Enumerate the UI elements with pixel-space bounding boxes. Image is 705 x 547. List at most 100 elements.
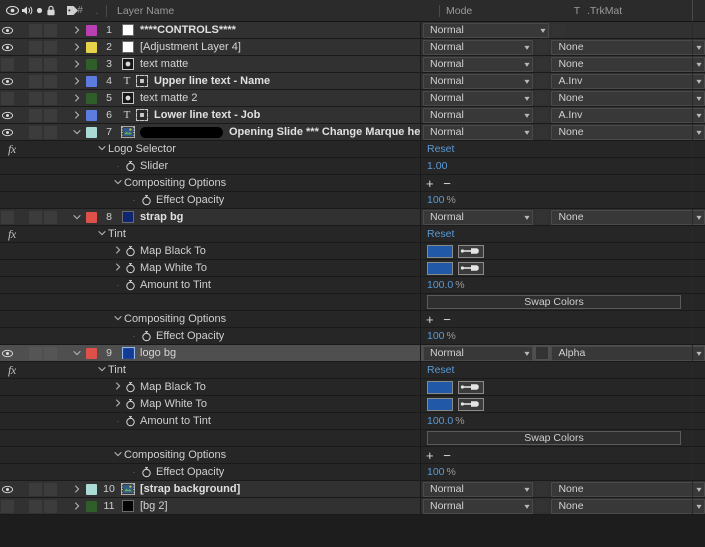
property-name-cell[interactable]: Map White To bbox=[112, 262, 420, 274]
property-row[interactable]: Compositing Options + − bbox=[0, 311, 705, 328]
layer-label-color[interactable] bbox=[84, 41, 99, 53]
solo-toggle[interactable] bbox=[28, 107, 43, 124]
layer-name-cell[interactable]: text matte 2 bbox=[119, 92, 420, 104]
color-swatch[interactable] bbox=[427, 380, 453, 394]
video-visibility-toggle[interactable] bbox=[0, 107, 15, 124]
preserve-transparency-toggle[interactable] bbox=[536, 126, 549, 138]
reset-link[interactable]: Reset bbox=[421, 228, 454, 240]
property-row[interactable]: Map Black To bbox=[0, 379, 705, 396]
stopwatch-icon[interactable] bbox=[140, 466, 152, 478]
layer-row[interactable]: 9 logo bg Normal ▾ Alpha ▾ bbox=[0, 345, 705, 362]
layer-row[interactable]: 11 [bg 2] Normal ▾ None ▾ bbox=[0, 498, 705, 515]
preserve-transparency-toggle[interactable] bbox=[552, 24, 566, 36]
chevron-down-icon[interactable] bbox=[96, 365, 108, 375]
preserve-transparency-toggle[interactable] bbox=[536, 41, 549, 53]
property-name-cell[interactable]: · Effect Opacity bbox=[128, 466, 420, 478]
add-remove-mask-buttons[interactable]: + − bbox=[421, 313, 454, 326]
video-visibility-toggle[interactable] bbox=[0, 39, 15, 56]
track-matte-dropdown[interactable]: None ▾ bbox=[551, 90, 705, 106]
solo-toggle-box[interactable] bbox=[29, 40, 42, 54]
fx-icon[interactable]: fx bbox=[0, 363, 16, 378]
solo-toggle-box[interactable] bbox=[29, 210, 42, 224]
video-toggle-off[interactable] bbox=[1, 57, 14, 71]
layer-row[interactable]: 2 [Adjustment Layer 4] Normal ▾ None ▾ bbox=[0, 39, 705, 56]
layer-twirl-chevron-right-icon[interactable] bbox=[70, 485, 84, 493]
chevron-right-icon[interactable] bbox=[112, 382, 124, 392]
track-matte-dropdown[interactable]: None ▾ bbox=[551, 209, 705, 225]
lock-toggle-box[interactable] bbox=[44, 125, 57, 139]
blend-mode-dropdown[interactable]: Normal ▾ bbox=[423, 481, 534, 497]
layer-twirl-chevron-down-icon[interactable] bbox=[70, 128, 84, 136]
property-row[interactable]: fx Tint Reset bbox=[0, 362, 705, 379]
lock-toggle-box[interactable] bbox=[44, 482, 57, 496]
layer-twirl-chevron-down-icon[interactable] bbox=[70, 349, 84, 357]
video-toggle-off[interactable] bbox=[1, 499, 14, 513]
preserve-transparency-toggle[interactable] bbox=[536, 483, 549, 495]
eye-icon[interactable] bbox=[6, 4, 19, 17]
layer-label-color[interactable] bbox=[84, 75, 99, 87]
property-row[interactable]: Compositing Options + − bbox=[0, 175, 705, 192]
lock-toggle-box[interactable] bbox=[44, 108, 57, 122]
reset-link[interactable]: Reset bbox=[421, 364, 454, 376]
chevron-down-icon[interactable] bbox=[112, 178, 124, 188]
property-name-cell[interactable]: · Effect Opacity bbox=[128, 330, 420, 342]
lock-toggle[interactable] bbox=[43, 209, 58, 226]
lock-toggle[interactable] bbox=[43, 39, 58, 56]
track-matte-dropdown[interactable]: None ▾ bbox=[551, 39, 705, 55]
layer-row[interactable]: 10 [strap background] Normal ▾ None ▾ bbox=[0, 481, 705, 498]
solo-toggle[interactable] bbox=[28, 90, 43, 107]
property-value[interactable]: 100 bbox=[421, 194, 445, 206]
layer-row[interactable]: 8 strap bg Normal ▾ None ▾ bbox=[0, 209, 705, 226]
blend-mode-dropdown[interactable]: Normal ▾ bbox=[423, 498, 534, 514]
solo-toggle-box[interactable] bbox=[29, 482, 42, 496]
property-name-cell[interactable]: Map Black To bbox=[112, 245, 420, 257]
property-row[interactable]: Swap Colors bbox=[0, 430, 705, 447]
stopwatch-icon[interactable] bbox=[124, 279, 136, 291]
blend-mode-dropdown[interactable]: Normal ▾ bbox=[423, 73, 534, 89]
layer-twirl-chevron-right-icon[interactable] bbox=[70, 26, 84, 34]
stopwatch-icon[interactable] bbox=[124, 381, 136, 393]
layer-row[interactable]: 5 text matte 2 Normal ▾ None ▾ bbox=[0, 90, 705, 107]
solo-toggle[interactable] bbox=[28, 73, 43, 90]
eyedropper-icon[interactable] bbox=[458, 380, 484, 394]
property-value[interactable]: 100.0 bbox=[421, 415, 453, 427]
property-name-cell[interactable]: Map Black To bbox=[112, 381, 420, 393]
stopwatch-icon[interactable] bbox=[140, 194, 152, 206]
layer-label-color[interactable] bbox=[84, 58, 99, 70]
solo-toggle[interactable] bbox=[28, 56, 43, 73]
layer-label-color[interactable] bbox=[84, 347, 99, 359]
lock-toggle[interactable] bbox=[43, 107, 58, 124]
lock-toggle-box[interactable] bbox=[44, 40, 57, 54]
lock-toggle-box[interactable] bbox=[44, 346, 57, 360]
stopwatch-icon[interactable] bbox=[124, 262, 136, 274]
color-swatch[interactable] bbox=[427, 261, 453, 275]
chevron-down-icon[interactable] bbox=[112, 450, 124, 460]
layer-twirl-chevron-down-icon[interactable] bbox=[70, 213, 84, 221]
property-row[interactable]: Map White To bbox=[0, 260, 705, 277]
solo-toggle-box[interactable] bbox=[29, 91, 42, 105]
property-name-cell[interactable]: · Amount to Tint bbox=[112, 279, 420, 291]
layer-row[interactable]: 4 T Upper line text - Name Normal ▾ A.Inv ▾ bbox=[0, 73, 705, 90]
video-toggle-off[interactable] bbox=[1, 210, 14, 224]
chevron-right-icon[interactable] bbox=[112, 263, 124, 273]
blend-mode-dropdown[interactable]: Normal ▾ bbox=[423, 22, 549, 38]
property-value[interactable]: 1.00 bbox=[421, 160, 447, 172]
lock-icon[interactable] bbox=[46, 4, 56, 17]
fx-icon[interactable]: fx bbox=[0, 227, 16, 242]
chevron-down-icon[interactable] bbox=[112, 314, 124, 324]
property-name-cell[interactable]: Tint bbox=[96, 364, 420, 376]
color-swatch[interactable] bbox=[427, 397, 453, 411]
solo-toggle-box[interactable] bbox=[29, 74, 42, 88]
layer-label-color[interactable] bbox=[84, 24, 99, 36]
track-matte-dropdown[interactable]: A.Inv ▾ bbox=[551, 107, 705, 123]
solo-toggle[interactable] bbox=[28, 498, 43, 515]
solo-icon[interactable] bbox=[35, 4, 44, 17]
stopwatch-icon[interactable] bbox=[124, 415, 136, 427]
property-value[interactable]: 100 bbox=[421, 330, 445, 342]
layer-name-cell[interactable]: Opening Slide *** Change Marque here] bbox=[119, 126, 420, 138]
layer-row[interactable]: 6 T Lower line text - Job Normal ▾ A.Inv ▾ bbox=[0, 107, 705, 124]
layer-name-cell[interactable]: text matte bbox=[119, 58, 420, 70]
video-visibility-toggle[interactable] bbox=[0, 124, 15, 141]
header-mode[interactable]: Mode bbox=[439, 4, 569, 17]
blend-mode-dropdown[interactable]: Normal ▾ bbox=[423, 107, 534, 123]
